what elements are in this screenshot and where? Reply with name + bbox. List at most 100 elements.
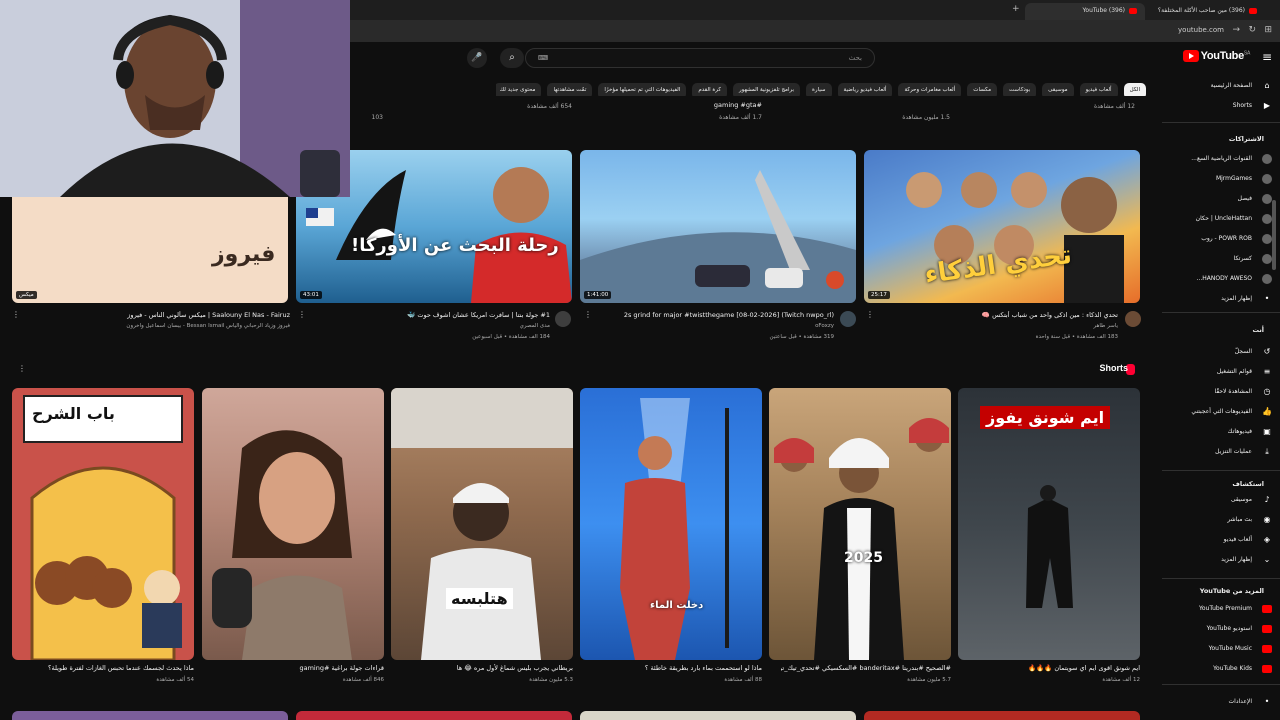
sidebar-item[interactable]: ⌂ الصفحة الرئيسية: [1160, 76, 1280, 96]
video-thumbnail[interactable]: تحدي الذكاء 25:17: [864, 150, 1140, 303]
chip[interactable]: مكسات: [967, 83, 998, 96]
short-title[interactable]: #الصحيح #بندريتا #banderitax #السكسيكي #…: [781, 664, 951, 672]
sidebar-item[interactable]: ◉ بث مباشر: [1160, 510, 1280, 530]
sidebar-item-label: ألعاب فيديو: [1223, 536, 1252, 543]
short-thumbnail[interactable]: هتلبسه: [391, 388, 573, 660]
sidebar-item[interactable]: القنوات الرياضية السع...: [1160, 149, 1280, 169]
more-actions-icon[interactable]: ⋮: [12, 310, 20, 319]
sidebar-item-label: Shorts: [1232, 102, 1252, 109]
video-channel[interactable]: مدى المصري: [310, 323, 550, 329]
chip[interactable]: سيارة: [806, 83, 832, 96]
extensions-icon[interactable]: ⊞: [1264, 25, 1272, 35]
prev-video-title[interactable]: #gaming #gta: [714, 101, 762, 109]
you-header[interactable]: أنت: [1252, 326, 1264, 334]
video-thumbnail[interactable]: [12, 711, 288, 720]
sidebar-item[interactable]: ▣ فيديوهاتك: [1160, 422, 1280, 442]
refresh-icon[interactable]: ↻: [1248, 25, 1256, 35]
chip[interactable]: ألعاب فيديو رياضية: [837, 83, 893, 96]
chip[interactable]: برامج تلفزيونية المشهور: [732, 83, 801, 96]
video-thumbnail[interactable]: فيروز ميكس: [12, 197, 288, 303]
sidebar-item[interactable]: فيصل: [1160, 189, 1280, 209]
video-title[interactable]: (Twitch nwpo_rl) 2s grind for major #twi…: [602, 311, 834, 319]
video-channel[interactable]: ياسر طاهر: [858, 323, 1118, 329]
channel-avatar[interactable]: [555, 311, 571, 327]
sidebar-item[interactable]: استوديو YouTube: [1160, 619, 1280, 639]
short-thumbnail[interactable]: ايم شونق يفوز: [958, 388, 1140, 660]
chip[interactable]: الفيديوهات التي تم تحميلها مؤخرًا: [598, 83, 687, 96]
more-actions-icon[interactable]: ⋮: [298, 310, 306, 319]
sidebar-item[interactable]: • الإعدادات: [1160, 692, 1280, 712]
sidebar-item[interactable]: ◷ المشاهدة لاحقًا: [1160, 382, 1280, 402]
sidebar: ⌂ الصفحة الرئيسية ▶ Shorts الاشتراكات القنوات…: [1160, 72, 1280, 720]
sidebar-item[interactable]: كسرتكا: [1160, 249, 1280, 269]
video-title[interactable]: تحدي الذكاء : مين اذكى واحد من شباب أبتك…: [858, 311, 1118, 319]
chip[interactable]: موسيقى: [1042, 83, 1074, 96]
sidebar-item[interactable]: YouTube Music: [1160, 639, 1280, 659]
sidebar-item[interactable]: • إظهار المزيد: [1160, 289, 1280, 309]
browser-tab-youtube[interactable]: (396) YouTube: [1025, 3, 1145, 20]
search-button[interactable]: ⌕: [500, 48, 524, 68]
video-channel[interactable]: oFoxzy: [602, 323, 834, 329]
subscriptions-header[interactable]: الاشتراكات: [1229, 135, 1264, 143]
sidebar-item[interactable]: UncleHattan | حكان: [1160, 209, 1280, 229]
shorts-more-icon[interactable]: ⋮: [18, 364, 26, 373]
video-thumbnail[interactable]: 1:41:00: [580, 150, 856, 303]
short-thumbnail[interactable]: باب الشرح: [12, 388, 194, 660]
video-title[interactable]: Saalouny El Nas - Fairuz | ميكس سألوني ا…: [25, 311, 290, 319]
short-thumbnail[interactable]: دخلت الماء: [580, 388, 762, 660]
video-thumbnail[interactable]: [296, 711, 572, 720]
chip[interactable]: ألعاب مغامرات وحركة: [898, 83, 962, 96]
more-actions-icon[interactable]: ⋮: [866, 310, 874, 319]
short-title[interactable]: ايم شونق اقوى ايم اي سويتمان 🔥🔥🔥: [970, 664, 1140, 672]
new-tab-icon[interactable]: +: [1012, 4, 1020, 14]
sidebar-item[interactable]: POWR ROB - روب: [1160, 229, 1280, 249]
short-title[interactable]: ماذا يحدث لجسمك عندما تحبس الغازات لفترة…: [24, 664, 194, 672]
sidebar-item[interactable]: HANODY AWESO...: [1160, 269, 1280, 289]
search-input[interactable]: بحث ⌨: [525, 48, 875, 68]
browser-tab-strip: + (396) YouTube (396) مين صاحب الأكلة ال…: [350, 0, 1280, 20]
sidebar-item[interactable]: ⤓ عمليات التنزيل: [1160, 442, 1280, 462]
channel-avatar[interactable]: [840, 311, 856, 327]
short-title[interactable]: ماذا لو استحممت بماء بارد بطريقة خاطئة ؟: [592, 664, 762, 672]
url-text[interactable]: youtube.com: [1178, 26, 1224, 34]
sidebar-item[interactable]: ≡ قوائم التشغيل: [1160, 362, 1280, 382]
voice-search-button[interactable]: 🎤: [467, 48, 487, 68]
chip[interactable]: بودكاست: [1003, 83, 1037, 96]
channel-avatar[interactable]: [1125, 311, 1141, 327]
more-from-youtube-header[interactable]: المزيد من YouTube: [1200, 587, 1264, 595]
video-title[interactable]: #1 جولة بنتا | سافرت امريكا عشان اشوف حو…: [310, 311, 550, 319]
short-title[interactable]: بريطاني يجرب بليس شماغ لأول مره 😂 ها: [403, 664, 573, 672]
channel-avatar: [1262, 194, 1272, 204]
chip[interactable]: تمّت مشاهدتها: [547, 83, 593, 96]
sidebar-item[interactable]: YouTube Kids: [1160, 659, 1280, 679]
sidebar-item[interactable]: YouTube Premium: [1160, 599, 1280, 619]
sidebar-scrollbar[interactable]: [1272, 200, 1276, 270]
short-thumbnail[interactable]: [202, 388, 384, 660]
short-thumbnail[interactable]: 2025: [769, 388, 951, 660]
browser-tab-video[interactable]: (396) مين صاحب الأكلة المختلفة؟: [1150, 3, 1265, 20]
video-channel[interactable]: فيروز وزياد الرحباني والياس Bessan Ismai…: [25, 323, 290, 329]
youtube-logo[interactable]: YouTubeSA: [1182, 50, 1250, 63]
chip[interactable]: ألعاب فيديو: [1079, 83, 1118, 96]
video-meta: 319 مشاهدة • قبل ساعتين: [769, 334, 834, 340]
keyboard-icon[interactable]: ⌨: [538, 54, 548, 62]
back-icon[interactable]: →: [1232, 25, 1240, 35]
sidebar-item[interactable]: ⌄ إظهار المزيد: [1160, 550, 1280, 570]
video-thumbnail[interactable]: [580, 711, 856, 720]
sidebar-item[interactable]: ▶ Shorts: [1160, 96, 1280, 116]
sidebar-item-label: الصفحة الرئيسية: [1210, 82, 1252, 89]
hamburger-menu-icon[interactable]: ≡: [1262, 50, 1272, 64]
more-actions-icon[interactable]: ⋮: [584, 310, 592, 319]
video-thumbnail[interactable]: [864, 711, 1140, 720]
tab-title: (396) YouTube: [1082, 7, 1125, 14]
sidebar-item[interactable]: ↺ السجلّ: [1160, 342, 1280, 362]
chip[interactable]: كرة القدم: [692, 83, 727, 96]
sidebar-item[interactable]: MjrmGames: [1160, 169, 1280, 189]
chip[interactable]: محتوى جديد لك: [496, 83, 542, 96]
explore-header[interactable]: استكشاف: [1232, 480, 1264, 488]
short-title[interactable]: قراءات جولة براغية #gaming: [214, 664, 384, 672]
sidebar-item[interactable]: ◈ ألعاب فيديو: [1160, 530, 1280, 550]
sidebar-item[interactable]: 👍 الفيديوهات التي أعجبتني: [1160, 402, 1280, 422]
sidebar-item[interactable]: ♪ موسيقى: [1160, 490, 1280, 510]
chip[interactable]: الكل: [1123, 83, 1146, 96]
